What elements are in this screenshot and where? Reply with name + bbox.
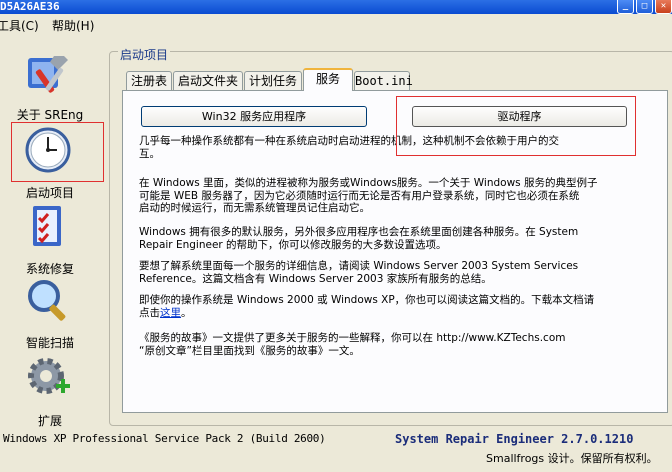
minimize-icon[interactable]: _ [617,0,634,14]
os-version: Windows XP Professional Service Pack 2 (… [3,432,326,445]
sidebar-label: 启动项目 [25,186,74,200]
tab-boot-ini[interactable]: Boot.ini [354,71,413,90]
download-text-main: 即使你的操作系统是 Windows 2000 或 Windows XP，你也可以… [139,294,595,319]
tab-startup-folder[interactable]: 启动文件夹 [173,71,243,90]
download-text: 即使你的操作系统是 Windows 2000 或 Windows XP，你也可以… [139,294,594,319]
sidebar-label: 关于 SREng [16,108,84,122]
default-services-text: Windows 拥有很多的默认服务，另外很多应用程序也会在系统里面创建各种服务。… [139,226,579,251]
sidebar-label: 扩展 [37,414,62,428]
tab-services[interactable]: 服务 [303,68,353,91]
sidebar-item-about[interactable]: 关于 SREng [0,48,104,122]
tools-icon [28,56,68,93]
product-version: System Repair Engineer 2.7.0.1210 [395,432,634,446]
sidebar-label: 智能扫描 [25,336,74,350]
magnifier-icon [28,280,66,321]
sidebar-item-repair[interactable]: 系统修复 [0,202,104,276]
reference-text: 要想了解系统里面每一个服务的详细信息，请阅读 Windows Server 20… [139,260,579,285]
menu-tools[interactable]: 工具(C) [0,17,39,36]
sidebar-item-scan[interactable]: 智能扫描 [0,276,104,350]
download-text-end: 。 [181,306,192,319]
title-bar: D5A26AE36 _ □ ✕ [0,0,672,14]
selection-highlight [11,122,104,182]
gear-plus-icon [28,358,70,394]
sidebar-label: 系统修复 [25,262,74,276]
window-title: D5A26AE36 [0,0,60,13]
checklist-icon [33,206,61,246]
tab-scheduled-tasks[interactable]: 计划任务 [244,71,302,90]
download-link[interactable]: 这里 [160,307,181,319]
group-title: 启动项目 [118,46,171,63]
sidebar: 关于 SREng 启动项目 系统修复 智能扫描 扩展 [0,40,106,428]
menu-bar: 工具(C) 帮助(H) [0,17,672,36]
copyright: Smallfrogs 设计。保留所有权利。 [486,452,658,465]
maximize-icon[interactable]: □ [636,0,653,14]
close-icon[interactable]: ✕ [655,0,672,14]
drivers-highlight [396,96,636,156]
tab-registry[interactable]: 注册表 [126,71,172,90]
menu-help[interactable]: 帮助(H) [52,17,94,36]
story-text: 《服务的故事》一文提供了更多关于服务的一些解释，你可以在 http://www.… [139,332,566,357]
win32-services-button[interactable]: Win32 服务应用程序 [141,106,367,127]
services-description: 在 Windows 里面，类似的进程被称为服务或Windows服务。一个关于 W… [139,177,598,214]
sidebar-item-extend[interactable]: 扩展 [0,354,104,428]
